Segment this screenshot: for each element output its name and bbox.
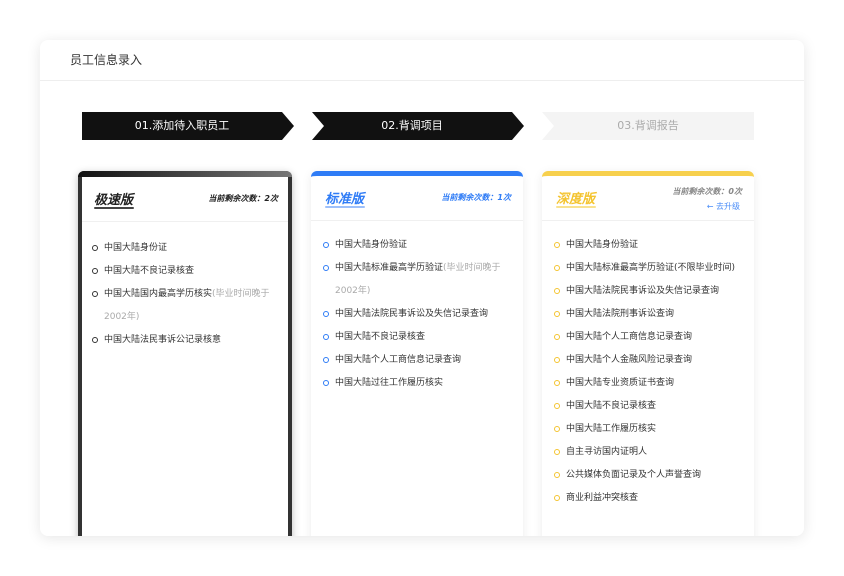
bullet-icon <box>554 449 560 455</box>
list-item: 中国大陆法院刑事诉讼查询 <box>554 303 746 326</box>
plan-name: 深度版 <box>556 192 596 207</box>
bullet-icon <box>554 242 560 248</box>
bullet-icon <box>554 265 560 271</box>
panel-header: 员工信息录入 <box>40 40 804 81</box>
list-item: 中国大陆身份验证 <box>554 234 746 257</box>
list-item: 中国大陆工作履历核实 <box>554 418 746 441</box>
item-text: 中国大陆身份验证 <box>566 240 639 250</box>
card-header: 深度版 当前剩余次数：0次 ← 去升级 <box>542 176 754 221</box>
bullet-icon <box>554 495 560 501</box>
check-item-list: 中国大陆身份证 中国大陆不良记录核查 中国大陆国内最高学历核实(毕业时间晚于20… <box>92 237 280 352</box>
plan-card-deep[interactable]: 深度版 当前剩余次数：0次 ← 去升级 中国大陆身份验证 中国大陆标准最高学历验… <box>542 171 754 536</box>
upgrade-link[interactable]: ← 去升级 <box>707 201 740 212</box>
item-text: 中国大陆过往工作履历核实 <box>335 378 444 388</box>
list-item: 中国大陆身份证 <box>92 237 280 260</box>
list-item: 中国大陆过往工作履历核实 <box>323 372 515 395</box>
plan-name-underline <box>325 206 365 208</box>
card-header: 极速版 当前剩余次数：2次 <box>82 177 288 222</box>
bullet-icon <box>554 426 560 432</box>
item-text: 公共媒体负面记录及个人声誉查询 <box>566 470 702 480</box>
bullet-icon <box>323 357 329 363</box>
item-text: 中国大陆不良记录核查 <box>104 266 195 276</box>
item-text: 自主寻访国内证明人 <box>566 447 648 457</box>
item-text: 中国大陆身份验证 <box>335 240 408 250</box>
list-item: 中国大陆个人金融风险记录查询 <box>554 349 746 372</box>
item-text: 中国大陆国内最高学历核实 <box>104 289 213 299</box>
list-item: 公共媒体负面记录及个人声誉查询 <box>554 464 746 487</box>
item-text: 中国大陆专业资质证书查询 <box>566 378 675 388</box>
item-text: 中国大陆个人金融风险记录查询 <box>566 355 693 365</box>
bullet-icon <box>92 291 98 297</box>
item-text: 中国大陆身份证 <box>104 243 168 253</box>
list-item: 中国大陆法院民事诉讼及失信记录查询 <box>323 303 515 326</box>
remaining-count: 当前剩余次数：1次 <box>441 193 511 202</box>
remaining-count: 当前剩余次数：0次 <box>672 187 742 196</box>
item-text: 中国大陆工作履历核实 <box>566 424 657 434</box>
bullet-icon <box>323 311 329 317</box>
list-item: 中国大陆不良记录核查 <box>554 395 746 418</box>
bullet-icon <box>323 242 329 248</box>
list-item: 中国大陆国内最高学历核实(毕业时间晚于2002年) <box>92 283 280 329</box>
bullet-icon <box>554 472 560 478</box>
step-1-label: 01.添加待入职员工 <box>134 119 230 132</box>
list-item: 中国大陆不良记录核查 <box>323 326 515 349</box>
list-item: 中国大陆专业资质证书查询 <box>554 372 746 395</box>
bullet-icon <box>554 403 560 409</box>
step-3-background-check-report[interactable]: 03.背调报告 <box>542 112 754 140</box>
item-text: 中国大陆不良记录核查 <box>335 332 426 342</box>
bullet-icon <box>92 268 98 274</box>
item-text: 中国大陆法院民事诉讼及失信记录查询 <box>566 286 720 296</box>
item-text: 中国大陆标准最高学历验证(不限毕业时间) <box>566 263 736 273</box>
card-header: 标准版 当前剩余次数：1次 <box>311 176 523 221</box>
bullet-icon <box>554 288 560 294</box>
plan-name: 极速版 <box>94 193 134 208</box>
bullet-icon <box>92 337 98 343</box>
remaining-count: 当前剩余次数：2次 <box>208 194 278 203</box>
list-item: 中国大陆身份验证 <box>323 234 515 257</box>
list-item: 自主寻访国内证明人 <box>554 441 746 464</box>
bullet-icon <box>554 334 560 340</box>
item-text: 中国大陆法民事诉公记录核意 <box>104 335 222 345</box>
bullet-icon <box>554 357 560 363</box>
item-text: 中国大陆标准最高学历验证 <box>335 263 444 273</box>
plan-card-standard[interactable]: 标准版 当前剩余次数：1次 中国大陆身份验证 中国大陆标准最高学历验证(毕业时间… <box>311 171 523 536</box>
plan-name-underline <box>556 206 596 208</box>
list-item: 中国大陆标准最高学历验证(毕业时间晚于2002年) <box>323 257 515 303</box>
plan-name-underline <box>94 207 134 209</box>
list-item: 中国大陆法院民事诉讼及失信记录查询 <box>554 280 746 303</box>
list-item: 中国大陆个人工商信息记录查询 <box>323 349 515 372</box>
item-text: 中国大陆不良记录核查 <box>566 401 657 411</box>
page-title: 员工信息录入 <box>70 53 143 67</box>
step-2-label: 02.背调项目 <box>381 119 443 132</box>
item-text: 中国大陆法院刑事诉讼查询 <box>566 309 675 319</box>
plan-card-fast[interactable]: 极速版 当前剩余次数：2次 中国大陆身份证 中国大陆不良记录核查 中国大陆国内最… <box>78 171 292 536</box>
list-item: 中国大陆不良记录核查 <box>92 260 280 283</box>
bullet-icon <box>323 265 329 271</box>
item-text: 中国大陆个人工商信息记录查询 <box>335 355 462 365</box>
step-1-add-employee[interactable]: 01.添加待入职员工 <box>82 112 294 140</box>
main-panel: 员工信息录入 01.添加待入职员工 02.背调项目 03.背调报告 极速版 当前… <box>40 40 804 536</box>
plan-name: 标准版 <box>325 192 365 207</box>
check-item-list: 中国大陆身份验证 中国大陆标准最高学历验证(不限毕业时间) 中国大陆法院民事诉讼… <box>554 234 746 510</box>
check-item-list: 中国大陆身份验证 中国大陆标准最高学历验证(毕业时间晚于2002年) 中国大陆法… <box>323 234 515 395</box>
bullet-icon <box>323 380 329 386</box>
item-text: 中国大陆个人工商信息记录查询 <box>566 332 693 342</box>
list-item: 中国大陆个人工商信息记录查询 <box>554 326 746 349</box>
item-text: 商业利益冲突核查 <box>566 493 639 503</box>
step-3-label: 03.背调报告 <box>617 119 679 132</box>
list-item: 商业利益冲突核查 <box>554 487 746 510</box>
bullet-icon <box>92 245 98 251</box>
item-text: 中国大陆法院民事诉讼及失信记录查询 <box>335 309 489 319</box>
bullet-icon <box>554 311 560 317</box>
step-2-background-check-items[interactable]: 02.背调项目 <box>312 112 524 140</box>
bullet-icon <box>323 334 329 340</box>
list-item: 中国大陆标准最高学历验证(不限毕业时间) <box>554 257 746 280</box>
bullet-icon <box>554 380 560 386</box>
list-item: 中国大陆法民事诉公记录核意 <box>92 329 280 352</box>
